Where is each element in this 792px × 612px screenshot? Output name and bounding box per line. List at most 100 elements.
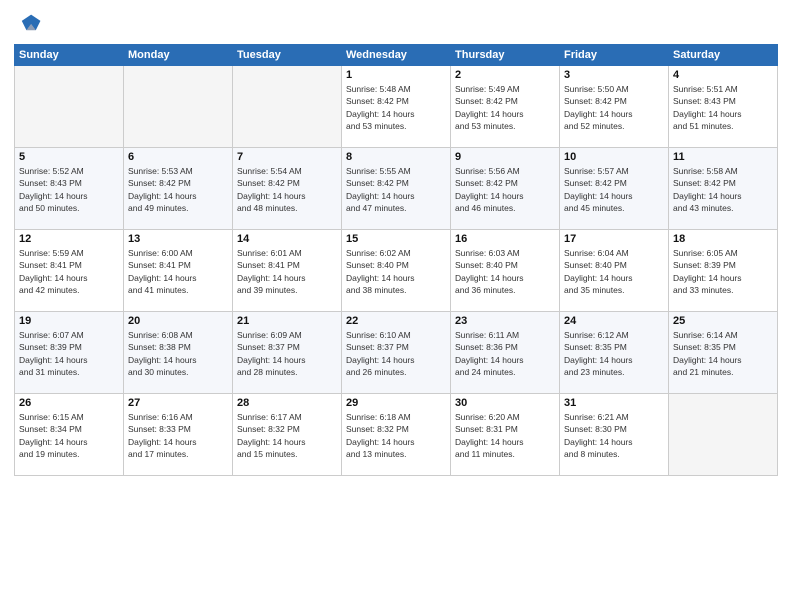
day-cell: 20 Sunrise: 6:08 AMSunset: 8:38 PMDayligh… — [124, 312, 233, 394]
day-cell: 13 Sunrise: 6:00 AMSunset: 8:41 PMDayligh… — [124, 230, 233, 312]
day-cell — [15, 66, 124, 148]
week-row-3: 12 Sunrise: 5:59 AMSunset: 8:41 PMDayligh… — [15, 230, 778, 312]
day-cell: 19 Sunrise: 6:07 AMSunset: 8:39 PMDayligh… — [15, 312, 124, 394]
day-info: Sunrise: 6:11 AMSunset: 8:36 PMDaylight:… — [455, 329, 555, 378]
day-info: Sunrise: 6:03 AMSunset: 8:40 PMDaylight:… — [455, 247, 555, 296]
weekday-header-thursday: Thursday — [451, 45, 560, 66]
week-row-5: 26 Sunrise: 6:15 AMSunset: 8:34 PMDayligh… — [15, 394, 778, 476]
day-number: 22 — [346, 315, 446, 327]
day-cell: 11 Sunrise: 5:58 AMSunset: 8:42 PMDayligh… — [669, 148, 778, 230]
day-cell: 27Sunrise: 6:16 AMSunset: 8:33 PMDayligh… — [124, 394, 233, 476]
day-number: 16 — [455, 233, 555, 245]
day-number: 28 — [237, 397, 337, 409]
day-info: Sunrise: 5:59 AMSunset: 8:41 PMDaylight:… — [19, 247, 119, 296]
day-number: 10 — [564, 151, 664, 163]
day-info: Sunrise: 6:15 AMSunset: 8:34 PMDaylight:… — [19, 411, 119, 460]
day-info: Sunrise: 6:18 AMSunset: 8:32 PMDaylight:… — [346, 411, 446, 460]
day-cell: 26 Sunrise: 6:15 AMSunset: 8:34 PMDayligh… — [15, 394, 124, 476]
week-row-4: 19 Sunrise: 6:07 AMSunset: 8:39 PMDayligh… — [15, 312, 778, 394]
logo-icon — [14, 10, 42, 38]
day-number: 6 — [128, 151, 228, 163]
day-info: Sunrise: 5:56 AMSunset: 8:42 PMDaylight:… — [455, 165, 555, 214]
day-info: Sunrise: 6:07 AMSunset: 8:39 PMDaylight:… — [19, 329, 119, 378]
day-cell: 22 Sunrise: 6:10 AMSunset: 8:37 PMDayligh… — [342, 312, 451, 394]
day-cell: 29 Sunrise: 6:18 AMSunset: 8:32 PMDayligh… — [342, 394, 451, 476]
day-number: 15 — [346, 233, 446, 245]
day-cell: 31Sunrise: 6:21 AMSunset: 8:30 PMDayligh… — [560, 394, 669, 476]
day-info: Sunrise: 5:48 AMSunset: 8:42 PMDaylight:… — [346, 83, 446, 132]
day-info: Sunrise: 5:54 AMSunset: 8:42 PMDaylight:… — [237, 165, 337, 214]
day-cell: 12 Sunrise: 5:59 AMSunset: 8:41 PMDayligh… — [15, 230, 124, 312]
day-info: Sunrise: 5:52 AMSunset: 8:43 PMDaylight:… — [19, 165, 119, 214]
day-info: Sunrise: 5:49 AMSunset: 8:42 PMDaylight:… — [455, 83, 555, 132]
day-info: Sunrise: 6:01 AMSunset: 8:41 PMDaylight:… — [237, 247, 337, 296]
day-info: Sunrise: 5:51 AMSunset: 8:43 PMDaylight:… — [673, 83, 773, 132]
page: SundayMondayTuesdayWednesdayThursdayFrid… — [0, 0, 792, 612]
day-info: Sunrise: 6:08 AMSunset: 8:38 PMDaylight:… — [128, 329, 228, 378]
day-info: Sunrise: 5:58 AMSunset: 8:42 PMDaylight:… — [673, 165, 773, 214]
day-number: 9 — [455, 151, 555, 163]
day-cell: 6 Sunrise: 5:53 AMSunset: 8:42 PMDaylight… — [124, 148, 233, 230]
day-number: 13 — [128, 233, 228, 245]
day-cell: 16 Sunrise: 6:03 AMSunset: 8:40 PMDayligh… — [451, 230, 560, 312]
day-number: 18 — [673, 233, 773, 245]
day-cell: 1 Sunrise: 5:48 AMSunset: 8:42 PMDaylight… — [342, 66, 451, 148]
calendar-table: SundayMondayTuesdayWednesdayThursdayFrid… — [14, 44, 778, 476]
day-number: 7 — [237, 151, 337, 163]
day-number: 25 — [673, 315, 773, 327]
day-info: Sunrise: 6:17 AMSunset: 8:32 PMDaylight:… — [237, 411, 337, 460]
day-number: 4 — [673, 69, 773, 81]
day-cell: 14Sunrise: 6:01 AMSunset: 8:41 PMDayligh… — [233, 230, 342, 312]
day-cell: 4 Sunrise: 5:51 AMSunset: 8:43 PMDaylight… — [669, 66, 778, 148]
day-info: Sunrise: 6:20 AMSunset: 8:31 PMDaylight:… — [455, 411, 555, 460]
day-cell: 2 Sunrise: 5:49 AMSunset: 8:42 PMDaylight… — [451, 66, 560, 148]
day-cell: 15Sunrise: 6:02 AMSunset: 8:40 PMDayligh… — [342, 230, 451, 312]
day-number: 2 — [455, 69, 555, 81]
day-number: 19 — [19, 315, 119, 327]
day-info: Sunrise: 6:00 AMSunset: 8:41 PMDaylight:… — [128, 247, 228, 296]
day-cell: 30 Sunrise: 6:20 AMSunset: 8:31 PMDayligh… — [451, 394, 560, 476]
weekday-header-monday: Monday — [124, 45, 233, 66]
day-number: 11 — [673, 151, 773, 163]
day-cell: 10 Sunrise: 5:57 AMSunset: 8:42 PMDayligh… — [560, 148, 669, 230]
day-info: Sunrise: 5:55 AMSunset: 8:42 PMDaylight:… — [346, 165, 446, 214]
day-cell: 18 Sunrise: 6:05 AMSunset: 8:39 PMDayligh… — [669, 230, 778, 312]
weekday-header-tuesday: Tuesday — [233, 45, 342, 66]
day-number: 17 — [564, 233, 664, 245]
weekday-header-sunday: Sunday — [15, 45, 124, 66]
day-number: 26 — [19, 397, 119, 409]
day-info: Sunrise: 6:14 AMSunset: 8:35 PMDaylight:… — [673, 329, 773, 378]
day-number: 29 — [346, 397, 446, 409]
day-number: 3 — [564, 69, 664, 81]
week-row-1: 1 Sunrise: 5:48 AMSunset: 8:42 PMDaylight… — [15, 66, 778, 148]
day-cell: 23 Sunrise: 6:11 AMSunset: 8:36 PMDayligh… — [451, 312, 560, 394]
logo — [14, 10, 46, 38]
day-info: Sunrise: 6:09 AMSunset: 8:37 PMDaylight:… — [237, 329, 337, 378]
day-info: Sunrise: 5:50 AMSunset: 8:42 PMDaylight:… — [564, 83, 664, 132]
day-cell: 21 Sunrise: 6:09 AMSunset: 8:37 PMDayligh… — [233, 312, 342, 394]
day-number: 20 — [128, 315, 228, 327]
weekday-header-wednesday: Wednesday — [342, 45, 451, 66]
day-info: Sunrise: 6:05 AMSunset: 8:39 PMDaylight:… — [673, 247, 773, 296]
day-cell: 8 Sunrise: 5:55 AMSunset: 8:42 PMDaylight… — [342, 148, 451, 230]
day-number: 23 — [455, 315, 555, 327]
day-cell — [669, 394, 778, 476]
day-number: 5 — [19, 151, 119, 163]
day-cell: 25 Sunrise: 6:14 AMSunset: 8:35 PMDayligh… — [669, 312, 778, 394]
day-number: 8 — [346, 151, 446, 163]
day-info: Sunrise: 6:10 AMSunset: 8:37 PMDaylight:… — [346, 329, 446, 378]
day-info: Sunrise: 5:53 AMSunset: 8:42 PMDaylight:… — [128, 165, 228, 214]
day-number: 1 — [346, 69, 446, 81]
day-number: 31 — [564, 397, 664, 409]
day-number: 12 — [19, 233, 119, 245]
day-cell: 17Sunrise: 6:04 AMSunset: 8:40 PMDayligh… — [560, 230, 669, 312]
week-row-2: 5 Sunrise: 5:52 AMSunset: 8:43 PMDaylight… — [15, 148, 778, 230]
day-cell — [124, 66, 233, 148]
day-cell: 7 Sunrise: 5:54 AMSunset: 8:42 PMDaylight… — [233, 148, 342, 230]
weekday-header-saturday: Saturday — [669, 45, 778, 66]
day-number: 30 — [455, 397, 555, 409]
day-info: Sunrise: 5:57 AMSunset: 8:42 PMDaylight:… — [564, 165, 664, 214]
day-number: 24 — [564, 315, 664, 327]
day-number: 21 — [237, 315, 337, 327]
day-cell: 9 Sunrise: 5:56 AMSunset: 8:42 PMDaylight… — [451, 148, 560, 230]
